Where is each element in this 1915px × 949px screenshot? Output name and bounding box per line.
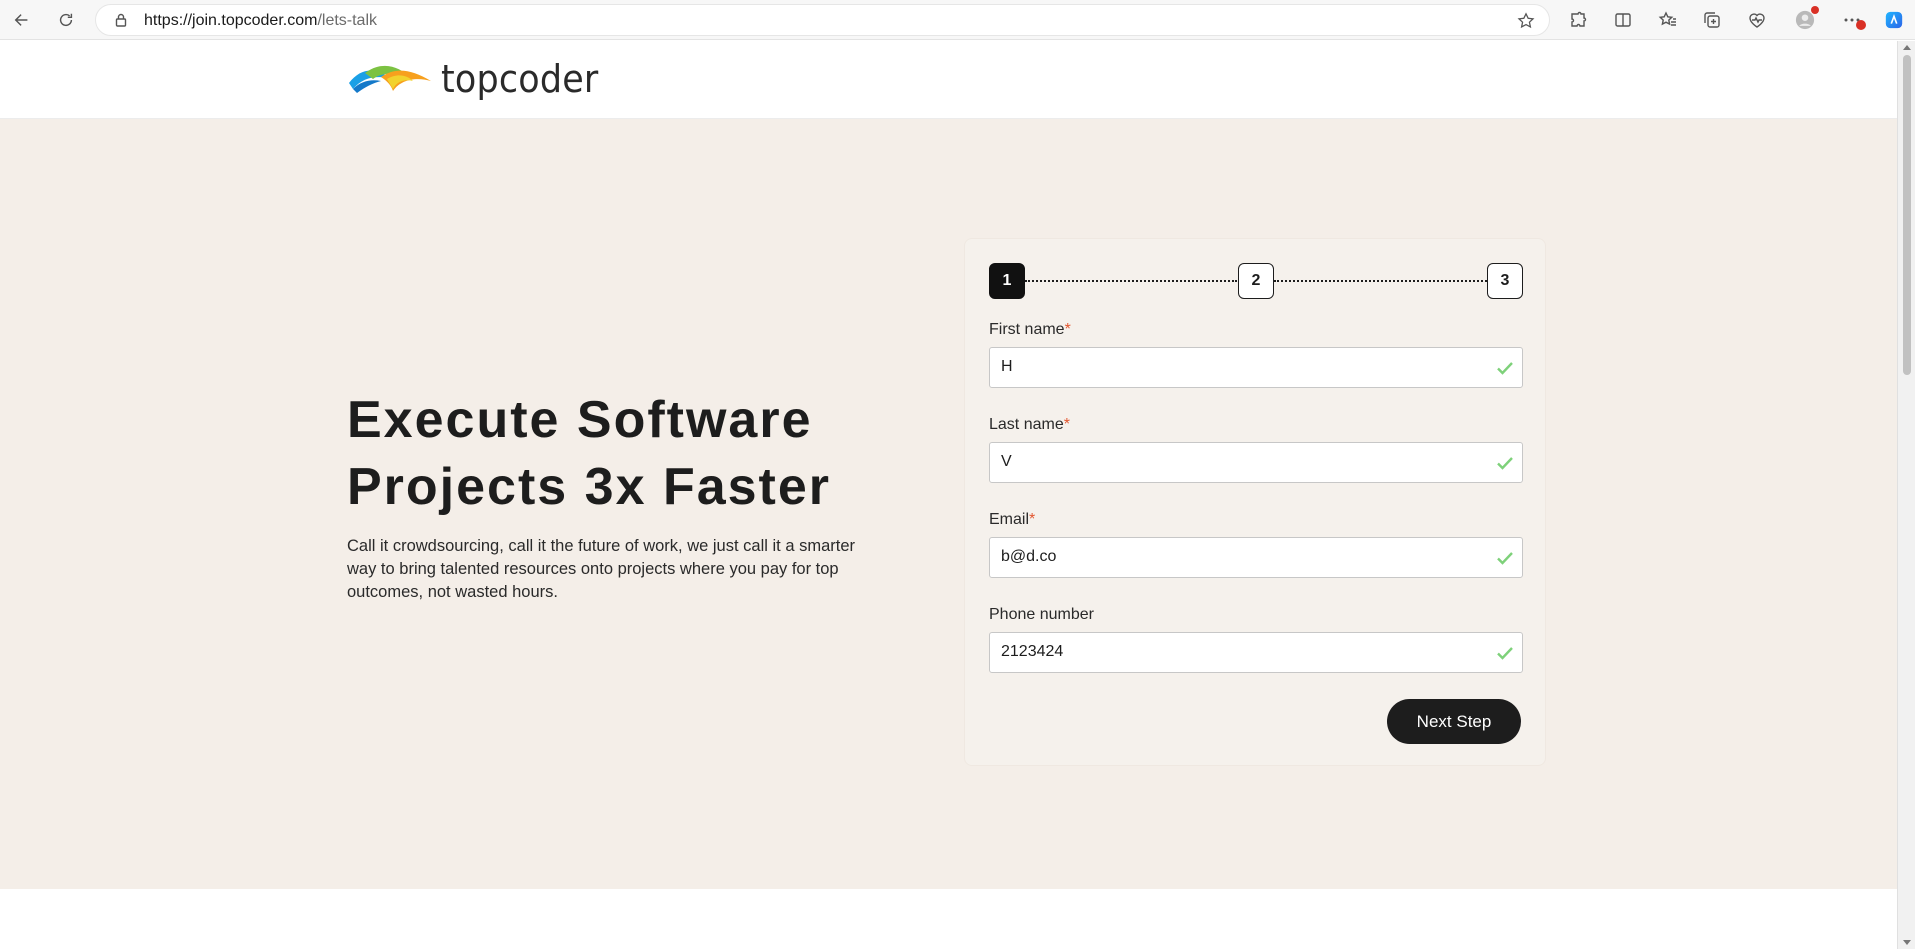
last-name-field[interactable]: V: [989, 442, 1523, 483]
phone-label: Phone number: [989, 606, 1523, 624]
stepper-connector: [1025, 280, 1237, 282]
logo-wordmark: topcoder: [441, 57, 599, 101]
back-icon[interactable]: [8, 6, 36, 34]
favorites-icon[interactable]: [1656, 8, 1680, 32]
valid-check-icon: [1497, 362, 1513, 375]
email-value: b@d.co: [1001, 548, 1057, 565]
email-label-text: Email: [989, 511, 1030, 528]
notification-dot: [1811, 6, 1819, 14]
required-asterisk: *: [1063, 416, 1070, 433]
lock-icon[interactable]: [114, 13, 128, 27]
hero-headline: Execute Software Projects 3x Faster: [347, 387, 907, 521]
page-scrollbar[interactable]: [1897, 41, 1915, 949]
step-2[interactable]: 2: [1238, 263, 1274, 299]
topcoder-logo[interactable]: topcoder: [347, 57, 612, 101]
email-group: Email* b@d.co: [989, 511, 1523, 578]
next-step-button[interactable]: Next Step: [1387, 699, 1521, 744]
star-icon[interactable]: [1517, 12, 1535, 30]
more-icon[interactable]: [1840, 8, 1866, 32]
copilot-icon[interactable]: [1882, 8, 1906, 32]
hero-description: Call it crowdsourcing, call it the futur…: [347, 537, 856, 601]
lead-form-card: 1 2 3 First name* H Last name* V Email* …: [964, 238, 1546, 766]
last-name-label: Last name*: [989, 416, 1523, 434]
phone-field[interactable]: 2123424: [989, 632, 1523, 673]
headline-line-2: Projects 3x Faster: [347, 458, 832, 516]
first-name-field[interactable]: H: [989, 347, 1523, 388]
alert-badge: [1856, 20, 1866, 30]
url-text[interactable]: https://join.topcoder.com/lets-talk: [144, 12, 377, 30]
first-name-value: H: [1001, 358, 1013, 375]
last-name-group: Last name* V: [989, 416, 1523, 483]
first-name-label-text: First name: [989, 321, 1065, 338]
phone-label-text: Phone number: [989, 606, 1094, 623]
scroll-up-icon[interactable]: [1903, 45, 1911, 50]
page: topcoder Execute Software Projects 3x Fa…: [0, 41, 1897, 949]
valid-check-icon: [1497, 552, 1513, 565]
required-asterisk: *: [1029, 511, 1036, 528]
valid-check-icon: [1497, 647, 1513, 660]
phone-value: 2123424: [1001, 643, 1064, 660]
scrollbar-thumb[interactable]: [1903, 55, 1911, 375]
browser-essentials-icon[interactable]: [1745, 8, 1769, 32]
last-name-value: V: [1001, 453, 1012, 470]
reload-icon[interactable]: [52, 6, 80, 34]
step-1[interactable]: 1: [989, 263, 1025, 299]
hero-section: Execute Software Projects 3x Faster Call…: [0, 119, 1897, 889]
form-stepper: 1 2 3: [989, 263, 1523, 299]
collections-icon[interactable]: [1700, 8, 1724, 32]
email-label: Email*: [989, 511, 1523, 529]
topcoder-wave-icon: [349, 65, 431, 93]
first-name-group: First name* H: [989, 321, 1523, 388]
split-screen-icon[interactable]: [1611, 8, 1635, 32]
browser-toolbar: https://join.topcoder.com/lets-talk: [0, 0, 1915, 40]
url-host: https://join.topcoder.com: [144, 12, 318, 29]
page-footer-strip: [0, 889, 1897, 949]
phone-group: Phone number 2123424: [989, 606, 1523, 673]
email-field[interactable]: b@d.co: [989, 537, 1523, 578]
step-3[interactable]: 3: [1487, 263, 1523, 299]
extensions-icon[interactable]: [1566, 8, 1590, 32]
last-name-label-text: Last name: [989, 416, 1064, 433]
first-name-label: First name*: [989, 321, 1523, 339]
headline-line-1: Execute Software: [347, 391, 813, 449]
url-path: /lets-talk: [317, 12, 378, 29]
address-bar[interactable]: https://join.topcoder.com/lets-talk: [95, 4, 1550, 36]
scroll-down-icon[interactable]: [1903, 940, 1911, 945]
required-asterisk: *: [1064, 321, 1071, 338]
stepper-connector: [1274, 280, 1487, 282]
profile-icon[interactable]: [1793, 6, 1819, 32]
valid-check-icon: [1497, 457, 1513, 470]
site-header: topcoder: [0, 41, 1897, 119]
